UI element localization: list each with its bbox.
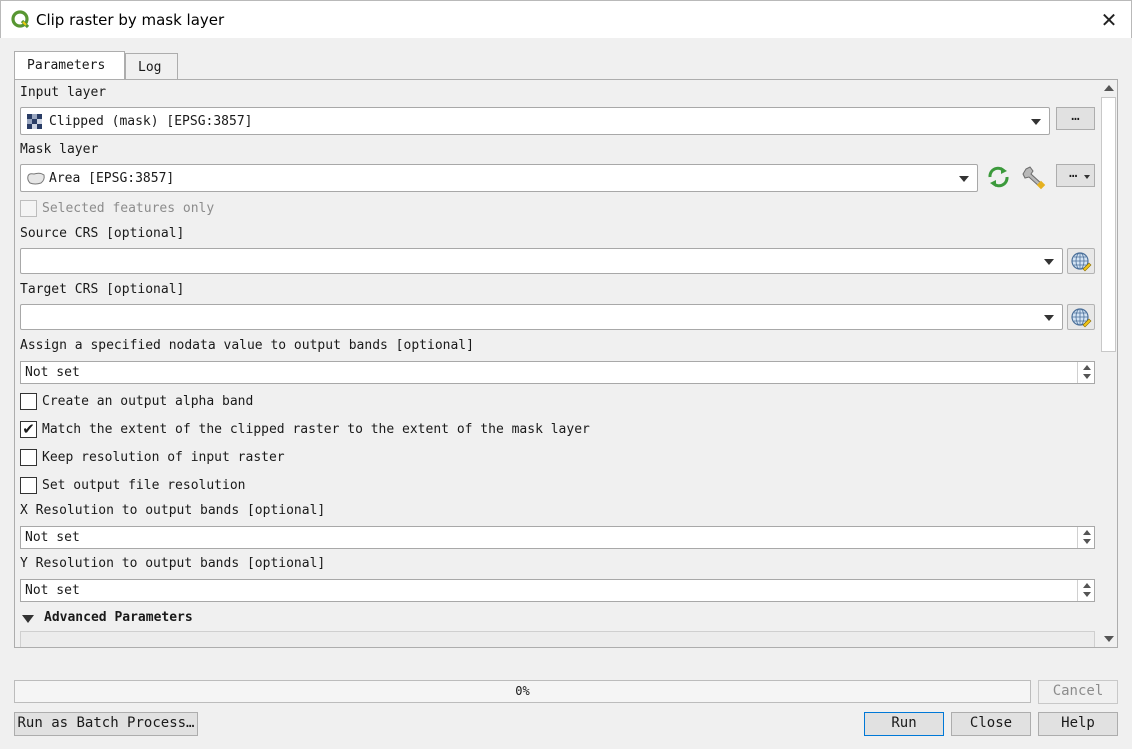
tab-parameters[interactable]: Parameters xyxy=(14,51,125,80)
source-crs-combo[interactable] xyxy=(20,248,1063,274)
cancel-button[interactable]: Cancel xyxy=(1038,680,1118,704)
target-crs-combo[interactable] xyxy=(20,304,1063,330)
source-crs-label: Source CRS [optional] xyxy=(20,226,185,241)
scroll-down-icon[interactable] xyxy=(1104,636,1114,642)
spin-arrows[interactable] xyxy=(1077,580,1094,601)
y-resolution-input[interactable]: Not set xyxy=(20,579,1095,602)
run-batch-button[interactable]: Run as Batch Process… xyxy=(14,712,198,736)
mask-layer-label: Mask layer xyxy=(20,142,99,157)
progress-text: 0% xyxy=(515,684,530,698)
raster-layer-icon xyxy=(27,114,42,129)
target-crs-label: Target CRS [optional] xyxy=(20,282,185,297)
spin-down-icon xyxy=(1083,592,1091,597)
input-layer-combo[interactable]: Clipped (mask) [EPSG:3857] xyxy=(20,107,1050,135)
close-button[interactable]: Close xyxy=(951,712,1031,736)
selected-features-label: Selected features only xyxy=(42,201,215,216)
source-crs-select-button[interactable] xyxy=(1067,248,1095,274)
spin-down-icon xyxy=(1083,374,1091,379)
alpha-band-label: Create an output alpha band xyxy=(42,394,254,409)
y-resolution-label: Y Resolution to output bands [optional] xyxy=(20,556,326,571)
target-crs-select-button[interactable] xyxy=(1067,304,1095,330)
spin-arrows[interactable] xyxy=(1077,362,1094,383)
wrench-icon[interactable] xyxy=(1021,165,1048,190)
chevron-down-icon xyxy=(1044,259,1054,265)
tab-log[interactable]: Log xyxy=(125,53,178,79)
x-resolution-value: Not set xyxy=(25,530,80,545)
selected-features-checkbox[interactable] xyxy=(20,200,37,217)
y-resolution-value: Not set xyxy=(25,583,80,598)
close-icon[interactable]: ✕ xyxy=(1099,10,1119,30)
check-icon: ✔ xyxy=(22,420,35,438)
vertical-scrollbar[interactable] xyxy=(1100,80,1117,647)
collapse-triangle-icon[interactable] xyxy=(22,615,34,623)
progress-bar: 0% xyxy=(14,680,1031,703)
nodata-label: Assign a specified nodata value to outpu… xyxy=(20,338,474,353)
spin-up-icon xyxy=(1083,583,1091,588)
mask-layer-combo[interactable]: Area [EPSG:3857] xyxy=(20,164,978,192)
keep-resolution-label: Keep resolution of input raster xyxy=(42,450,285,465)
crs-globe-icon xyxy=(1071,252,1092,272)
chevron-down-icon xyxy=(1044,315,1054,321)
crs-globe-icon xyxy=(1071,308,1092,328)
keep-resolution-checkbox[interactable] xyxy=(20,449,37,466)
input-layer-value: Clipped (mask) [EPSG:3857] xyxy=(49,114,253,129)
alpha-band-checkbox[interactable] xyxy=(20,393,37,410)
advanced-parameters-toggle[interactable]: Advanced Parameters xyxy=(44,610,193,625)
spin-down-icon xyxy=(1083,539,1091,544)
help-button[interactable]: Help xyxy=(1038,712,1118,736)
chevron-down-icon xyxy=(1031,119,1041,125)
mask-layer-menu-button[interactable]: … xyxy=(1056,164,1095,187)
polygon-layer-icon xyxy=(27,172,45,185)
iterate-icon[interactable] xyxy=(986,165,1011,189)
mask-layer-menu-label: … xyxy=(1069,165,1078,181)
match-extent-checkbox[interactable]: ✔ xyxy=(20,421,37,438)
tab-log-label: Log xyxy=(138,60,162,75)
qgis-logo-icon xyxy=(11,10,30,29)
input-layer-label: Input layer xyxy=(20,85,107,100)
scrollbar-thumb[interactable] xyxy=(1101,97,1116,352)
title-bar: Clip raster by mask layer ✕ xyxy=(0,0,1132,38)
match-extent-label: Match the extent of the clipped raster t… xyxy=(42,422,590,437)
advanced-parameters-group xyxy=(20,631,1095,647)
nodata-input[interactable]: Not set xyxy=(20,361,1095,384)
chevron-down-icon xyxy=(1084,175,1090,179)
scroll-up-icon[interactable] xyxy=(1104,85,1114,91)
x-resolution-label: X Resolution to output bands [optional] xyxy=(20,503,326,518)
input-layer-browse-button[interactable]: … xyxy=(1056,107,1095,130)
mask-layer-value: Area [EPSG:3857] xyxy=(49,171,175,186)
set-resolution-checkbox[interactable] xyxy=(20,477,37,494)
x-resolution-input[interactable]: Not set xyxy=(20,526,1095,549)
tab-parameters-label: Parameters xyxy=(27,58,106,73)
window-title: Clip raster by mask layer xyxy=(36,11,225,29)
spin-up-icon xyxy=(1083,365,1091,370)
chevron-down-icon xyxy=(959,176,969,182)
spin-arrows[interactable] xyxy=(1077,527,1094,548)
spin-up-icon xyxy=(1083,530,1091,535)
run-button[interactable]: Run xyxy=(864,712,944,736)
set-resolution-label: Set output file resolution xyxy=(42,478,246,493)
nodata-value: Not set xyxy=(25,365,80,380)
